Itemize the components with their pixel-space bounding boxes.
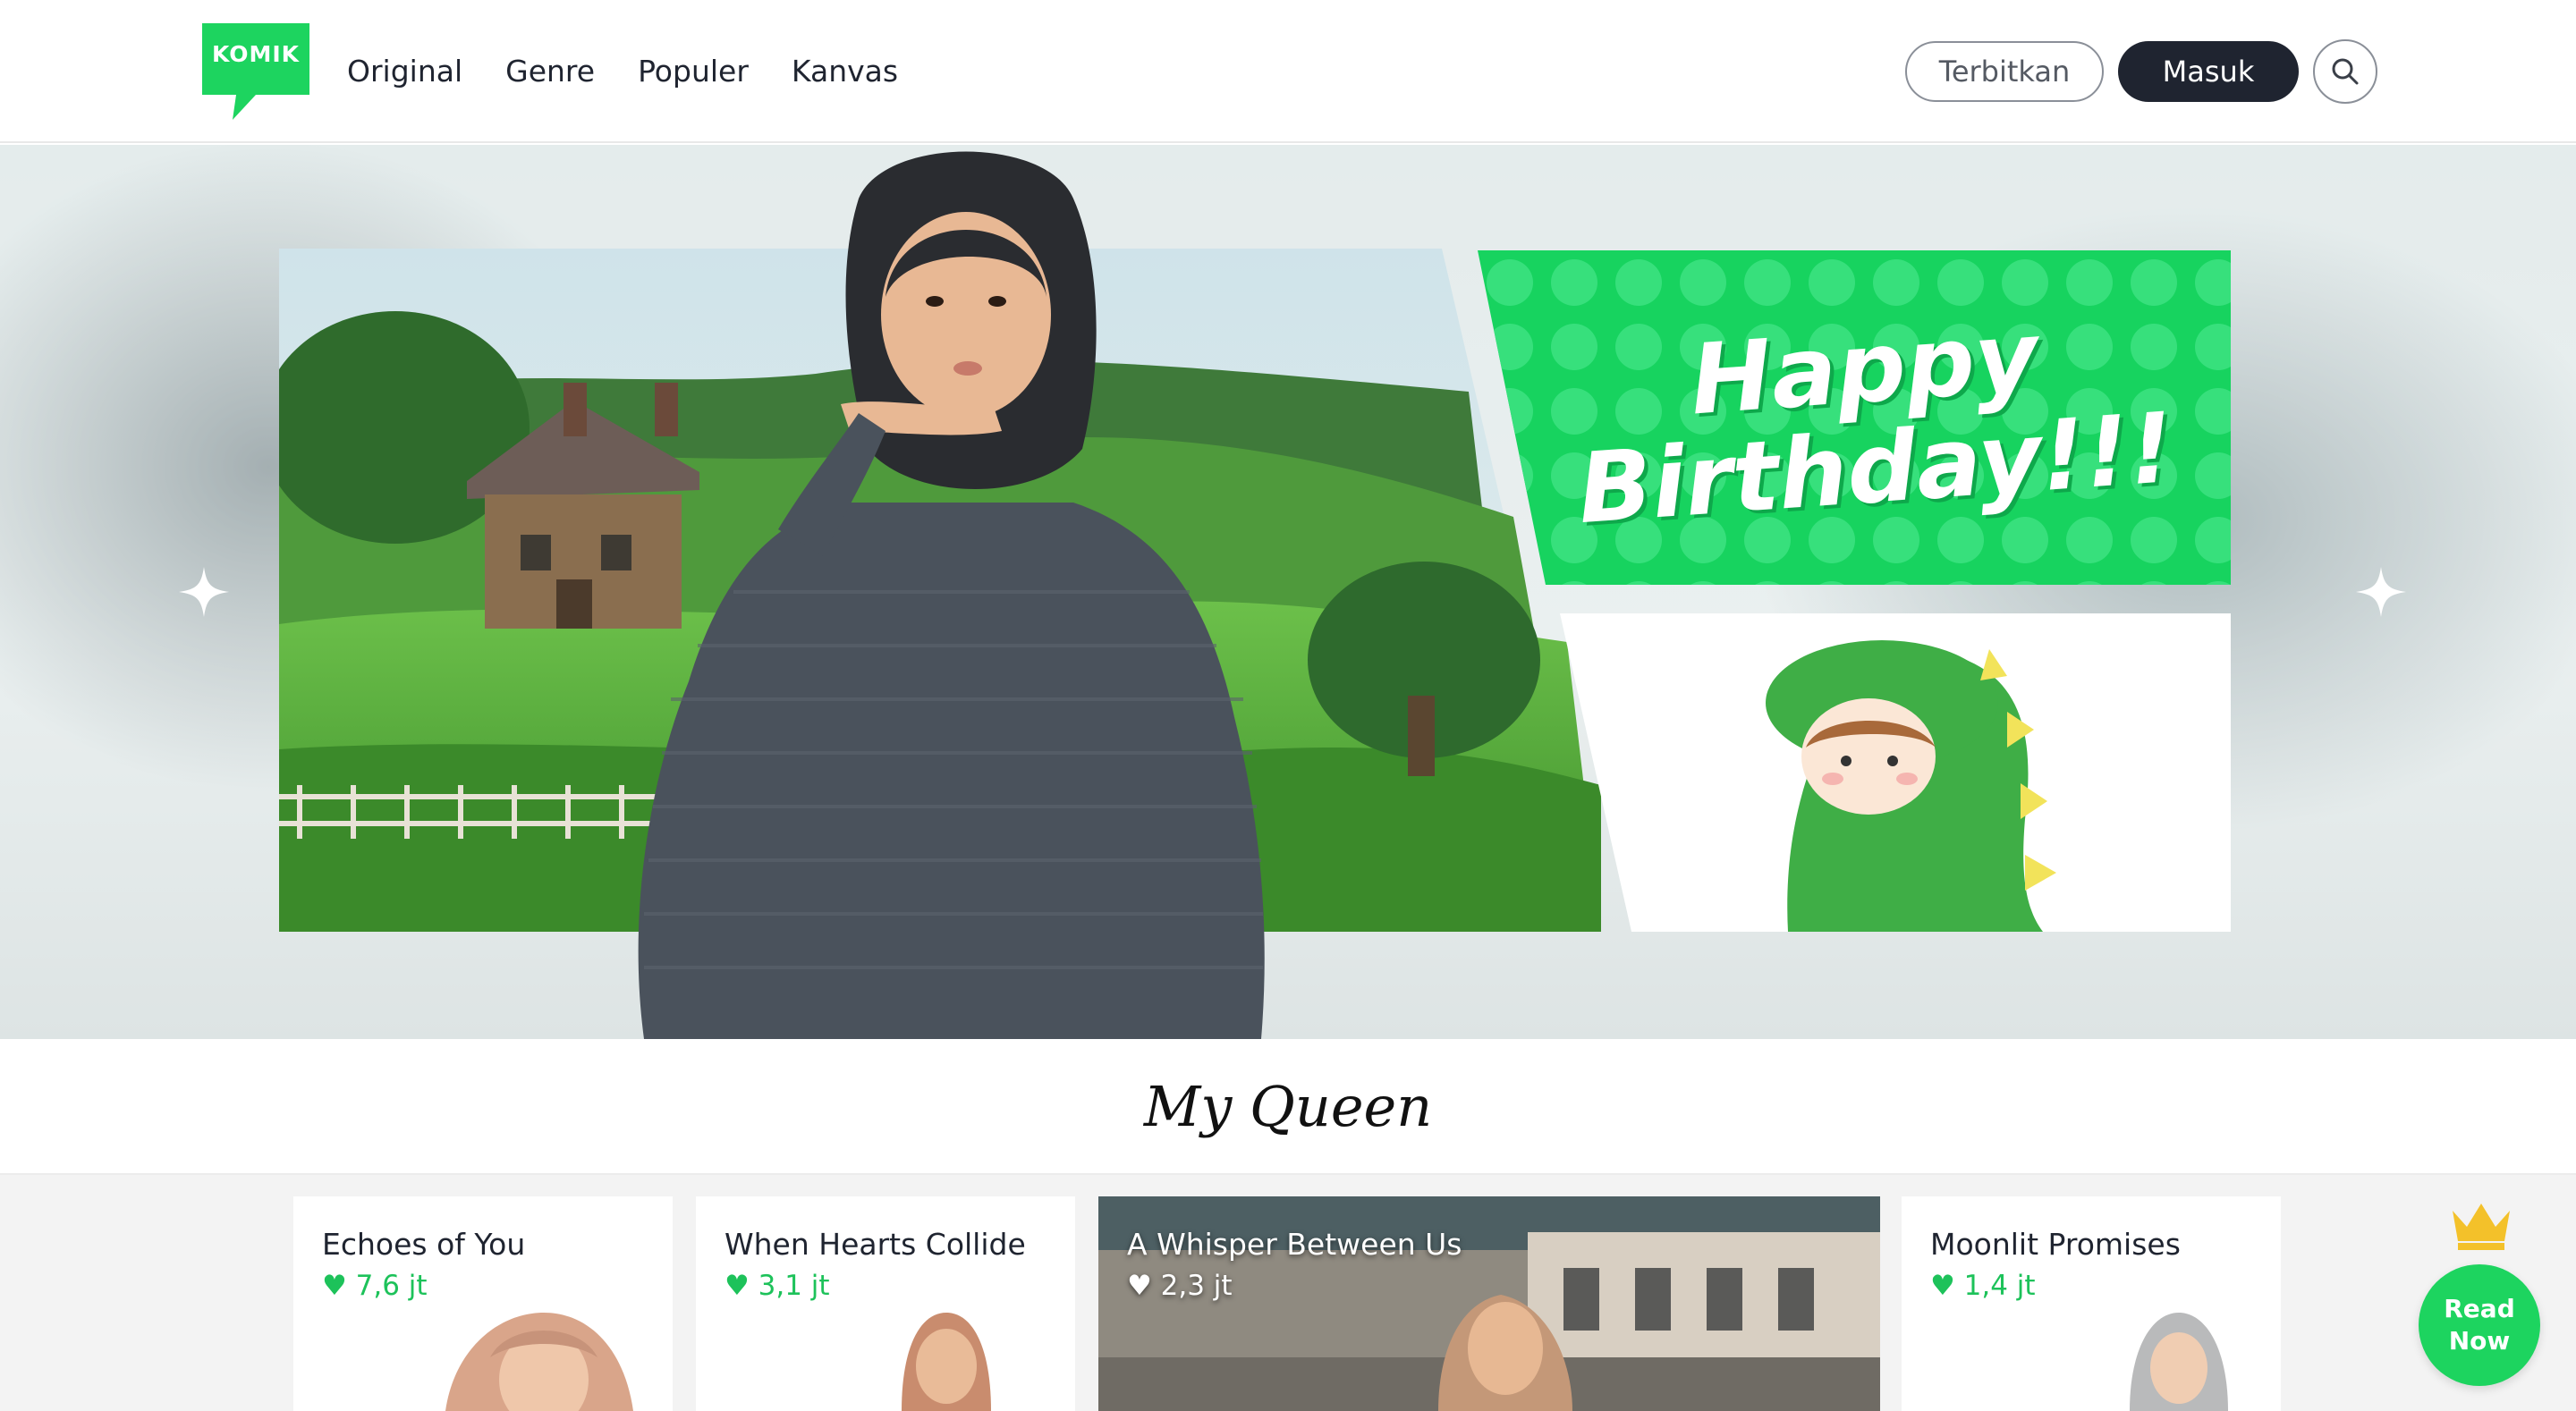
search-icon (2332, 58, 2359, 85)
top-header: KOMIK Original Genre Populer Kanvas Terb… (0, 0, 2576, 143)
featured-person-photo (617, 145, 1297, 1039)
hero-banner[interactable]: Happy Birthday!!! (0, 145, 2576, 1039)
card-likes: ♥ 2,3 jt (1127, 1270, 1233, 1302)
publish-button[interactable]: Terbitkan (1905, 41, 2104, 102)
card-likes: ♥ 7,6 jt (322, 1270, 428, 1302)
sparkle-icon-right (2354, 565, 2408, 619)
card-thumbnail (428, 1295, 642, 1411)
comic-card-echoes-of-you[interactable]: Echoes of You ♥ 7,6 jt (293, 1196, 673, 1411)
nav-genre[interactable]: Genre (505, 48, 595, 95)
card-likes: ♥ 1,4 jt (1930, 1270, 2036, 1302)
section-title: My Queen (1143, 1073, 1433, 1139)
comic-card-when-hearts-collide[interactable]: When Hearts Collide ♥ 3,1 jt (696, 1196, 1075, 1411)
komik-logo[interactable]: KOMIK (199, 21, 313, 122)
card-title: Echoes of You (322, 1227, 526, 1262)
dino-character-panel (1560, 613, 2231, 932)
card-title: Moonlit Promises (1930, 1227, 2181, 1262)
read-now-line1: Read (2444, 1294, 2515, 1323)
login-button[interactable]: Masuk (2118, 41, 2299, 102)
card-thumbnail (884, 1295, 1009, 1411)
card-title: A Whisper Between Us (1127, 1227, 1462, 1262)
birthday-panel: Happy Birthday!!! (1478, 250, 2231, 585)
card-thumbnail (2116, 1295, 2241, 1411)
nav-original[interactable]: Original (347, 48, 462, 95)
read-now-line2: Now (2448, 1326, 2511, 1356)
nav-kanvas[interactable]: Kanvas (792, 48, 898, 95)
card-title: When Hearts Collide (724, 1227, 1026, 1262)
section-header: My Queen (0, 1039, 2576, 1173)
nav-populer[interactable]: Populer (638, 48, 749, 95)
logo-text: KOMIK (211, 41, 301, 67)
main-nav: Original Genre Populer Kanvas (347, 48, 898, 95)
comic-card-moonlit-promises[interactable]: Moonlit Promises ♥ 1,4 jt (1902, 1196, 2281, 1411)
sparkle-icon-left (177, 565, 231, 619)
search-button[interactable] (2313, 39, 2377, 104)
card-likes: ♥ 3,1 jt (724, 1270, 830, 1302)
read-now-button[interactable]: Read Now (2419, 1264, 2540, 1386)
comic-card-a-whisper-between-us[interactable]: A Whisper Between Us ♥ 2,3 jt (1098, 1196, 1880, 1411)
crown-icon (2449, 1198, 2513, 1252)
